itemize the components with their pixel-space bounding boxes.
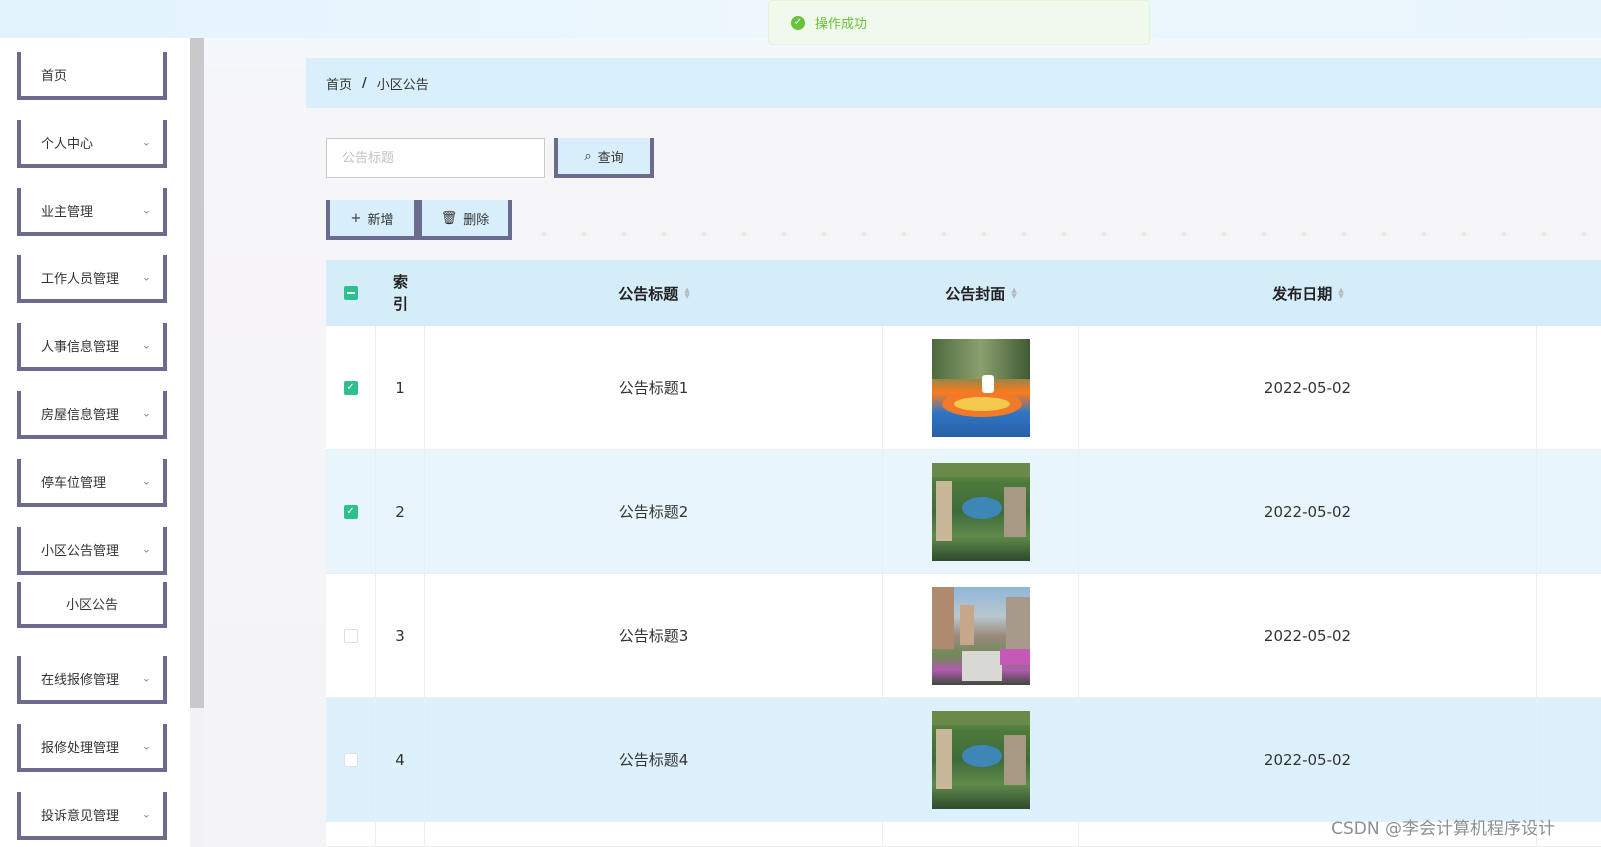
cover-image[interactable]: [931, 338, 1030, 437]
cover-image[interactable]: [931, 586, 1030, 685]
row-index: 2: [376, 450, 425, 573]
breadcrumb-current: 小区公告: [376, 77, 429, 93]
sidebar-item-label: 投诉意见管理: [41, 808, 120, 824]
chevron-down-icon: ⌄: [141, 203, 151, 217]
chevron-down-icon: ⌄: [141, 542, 151, 556]
row-checkbox[interactable]: [343, 628, 358, 643]
row-title: 公告标题1: [425, 326, 883, 449]
column-header-title-label: 公告标题: [618, 284, 679, 303]
column-header-cover[interactable]: 公告封面 ▲ ▼: [883, 260, 1079, 326]
row-date: 2022-05-02: [1079, 326, 1537, 449]
breadcrumb: 首页 / 小区公告: [306, 58, 1601, 108]
chevron-down-icon: ⌄: [141, 338, 151, 352]
toast-message: 操作成功: [815, 17, 868, 32]
sidebar-item-repair-handling[interactable]: 报修处理管理 ⌄: [17, 724, 167, 772]
column-header-date[interactable]: 发布日期 ▲ ▼: [1079, 260, 1537, 326]
sidebar-item-label: 工作人员管理: [41, 271, 120, 287]
table-row[interactable]: 4 公告标题4 2022-05-02: [326, 698, 1601, 822]
sort-icon[interactable]: ▲ ▼: [684, 287, 689, 300]
sidebar-item-label: 人事信息管理: [41, 339, 120, 355]
sort-icon[interactable]: ▲ ▼: [1011, 287, 1016, 300]
column-header-cover-label: 公告封面: [945, 284, 1006, 303]
column-header-date-label: 发布日期: [1272, 284, 1333, 303]
row-checkbox[interactable]: ✓: [343, 504, 358, 519]
sidebar: 首页 个人中心 ⌄ 业主管理 ⌄ 工作人员管理 ⌄ 人事信息管理 ⌄ 房屋信息管…: [0, 38, 204, 847]
sidebar-item-label: 小区公告管理: [41, 543, 120, 559]
query-button-label: 查询: [597, 150, 624, 166]
sidebar-item-label: 报修处理管理: [41, 740, 120, 756]
sidebar-item-label: 房屋信息管理: [41, 407, 120, 423]
row-index: 4: [376, 698, 425, 821]
check-circle-icon: ✓: [791, 15, 805, 30]
chevron-down-icon: ⌄: [141, 671, 151, 685]
select-all-checkbox[interactable]: [344, 286, 358, 300]
row-index: 3: [376, 574, 425, 697]
plus-icon: +: [350, 210, 362, 226]
sidebar-item-notice-management[interactable]: 小区公告管理 ⌄: [17, 527, 167, 575]
sort-icon[interactable]: ▲ ▼: [1338, 287, 1343, 300]
cover-image[interactable]: [931, 462, 1030, 561]
breadcrumb-home[interactable]: 首页: [326, 74, 352, 93]
row-date: 2022-05-02: [1079, 574, 1537, 697]
chevron-down-icon: ⌄: [141, 270, 151, 284]
delete-button-label: 删除: [463, 212, 490, 228]
sidebar-item-personal-center[interactable]: 个人中心 ⌄: [17, 120, 167, 168]
select-all-cell: [326, 260, 376, 326]
table-row[interactable]: 3 公告标题3 2022-05-02: [326, 574, 1601, 698]
cover-image[interactable]: [931, 710, 1030, 809]
column-header-extra: [1537, 260, 1601, 326]
sidebar-scrollbar-thumb[interactable]: [190, 38, 204, 708]
trash-icon: 🗑: [440, 210, 458, 226]
search-input[interactable]: [326, 138, 545, 178]
chevron-down-icon: ⌄: [141, 135, 151, 149]
row-title: 公告标题2: [425, 450, 883, 573]
delete-button[interactable]: 🗑 删除: [418, 200, 512, 240]
sidebar-item-label: 业主管理: [41, 204, 94, 220]
sidebar-subitem-notice[interactable]: 小区公告: [17, 582, 167, 628]
sidebar-item-staff-management[interactable]: 工作人员管理 ⌄: [17, 255, 167, 303]
row-checkbox[interactable]: ✓: [343, 380, 358, 395]
sidebar-item-owner-management[interactable]: 业主管理 ⌄: [17, 188, 167, 236]
row-date: 2022-05-02: [1079, 698, 1537, 821]
main-content: 首页 / 小区公告 ⌕ 查询 + 新增 🗑 删除 索引 公告标题 ▲▼ 公告: [204, 38, 1601, 847]
watermark: CSDN @李会计算机程序设计: [1331, 819, 1555, 839]
sidebar-item-home[interactable]: 首页: [17, 52, 167, 100]
row-title: 公告标题4: [425, 698, 883, 821]
notice-table: 索引 公告标题 ▲▼ 公告封面 ▲▼ 发布日期 ▲▼ ✓ 1 公告标题1: [326, 260, 1601, 847]
chevron-down-icon: ⌄: [141, 807, 151, 821]
breadcrumb-separator: /: [362, 75, 367, 91]
sidebar-item-repair-management[interactable]: 在线报修管理 ⌄: [17, 656, 167, 704]
row-checkbox[interactable]: [343, 752, 358, 767]
decorative-dots: [524, 230, 1601, 238]
sidebar-item-label: 首页: [41, 68, 68, 84]
sidebar-item-complaint[interactable]: 投诉意见管理 ⌄: [17, 792, 167, 840]
chevron-down-icon: ⌄: [141, 739, 151, 753]
sidebar-item-label: 个人中心: [41, 136, 94, 152]
table-row[interactable]: ✓ 2 公告标题2 2022-05-02: [326, 450, 1601, 574]
sidebar-item-hr-info[interactable]: 人事信息管理 ⌄: [17, 323, 167, 371]
chevron-down-icon: ⌄: [141, 474, 151, 488]
search-icon: ⌕: [584, 148, 592, 164]
sidebar-item-label: 停车位管理: [41, 475, 107, 491]
query-button[interactable]: ⌕ 查询: [554, 138, 654, 178]
chevron-down-icon: ⌄: [141, 406, 151, 420]
column-header-index: 索引: [376, 260, 425, 326]
sidebar-item-house-info[interactable]: 房屋信息管理 ⌄: [17, 391, 167, 439]
table-header: 索引 公告标题 ▲ ▼ 公告封面 ▲ ▼ 发布日期 ▲ ▼: [326, 260, 1601, 326]
add-button-label: 新增: [367, 212, 394, 228]
add-button[interactable]: + 新增: [326, 200, 418, 240]
table-row[interactable]: ✓ 1 公告标题1 2022-05-02: [326, 326, 1601, 450]
column-header-title[interactable]: 公告标题 ▲ ▼: [425, 260, 883, 326]
row-date: 2022-05-02: [1079, 450, 1537, 573]
row-title: 公告标题3: [425, 574, 883, 697]
sidebar-item-label: 小区公告: [65, 597, 118, 613]
sidebar-item-parking[interactable]: 停车位管理 ⌄: [17, 459, 167, 507]
sidebar-item-label: 在线报修管理: [41, 672, 120, 688]
column-header-index-label: 索引: [392, 273, 408, 313]
row-index: 1: [376, 326, 425, 449]
